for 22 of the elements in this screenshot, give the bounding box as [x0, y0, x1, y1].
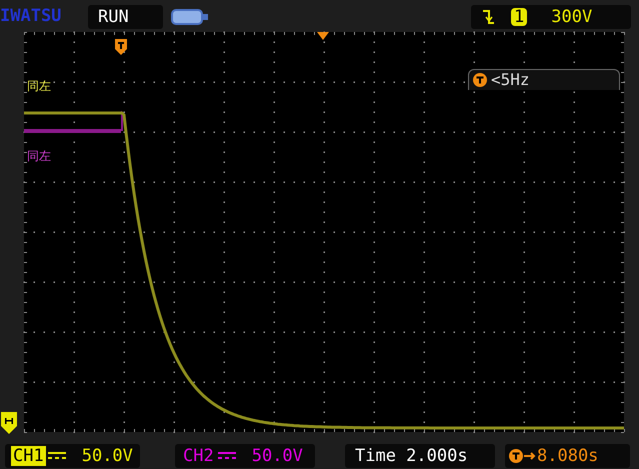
run-status: RUN — [88, 4, 163, 28]
trigger-icon — [473, 73, 487, 87]
channel-badge: 1 — [511, 8, 528, 26]
trigger-position-icon — [114, 38, 128, 56]
channel-name: CH1 — [11, 446, 46, 466]
channel-scale: 50.0V — [82, 444, 133, 466]
channel-label: 同左 — [27, 78, 51, 95]
channel-label: 同左 — [27, 148, 51, 165]
channel-name: CH2 — [182, 446, 215, 466]
battery-icon — [171, 6, 209, 26]
falling-edge-icon — [481, 8, 495, 24]
channel-scale: 50.0V — [252, 444, 303, 466]
ground-marker-icon — [1, 412, 17, 434]
time-base: Time 2.000s — [345, 444, 495, 468]
trigger-offset-icon — [509, 448, 537, 462]
trigger-offset: 8.080s — [537, 444, 598, 466]
center-marker-icon — [317, 32, 329, 40]
dc-coupling-icon — [48, 450, 66, 460]
trigger-frequency: <5Hz — [491, 70, 530, 90]
trigger-level: 300V — [551, 6, 592, 28]
dc-coupling-icon — [218, 450, 236, 460]
brand-logo: IWATSU — [0, 4, 62, 28]
